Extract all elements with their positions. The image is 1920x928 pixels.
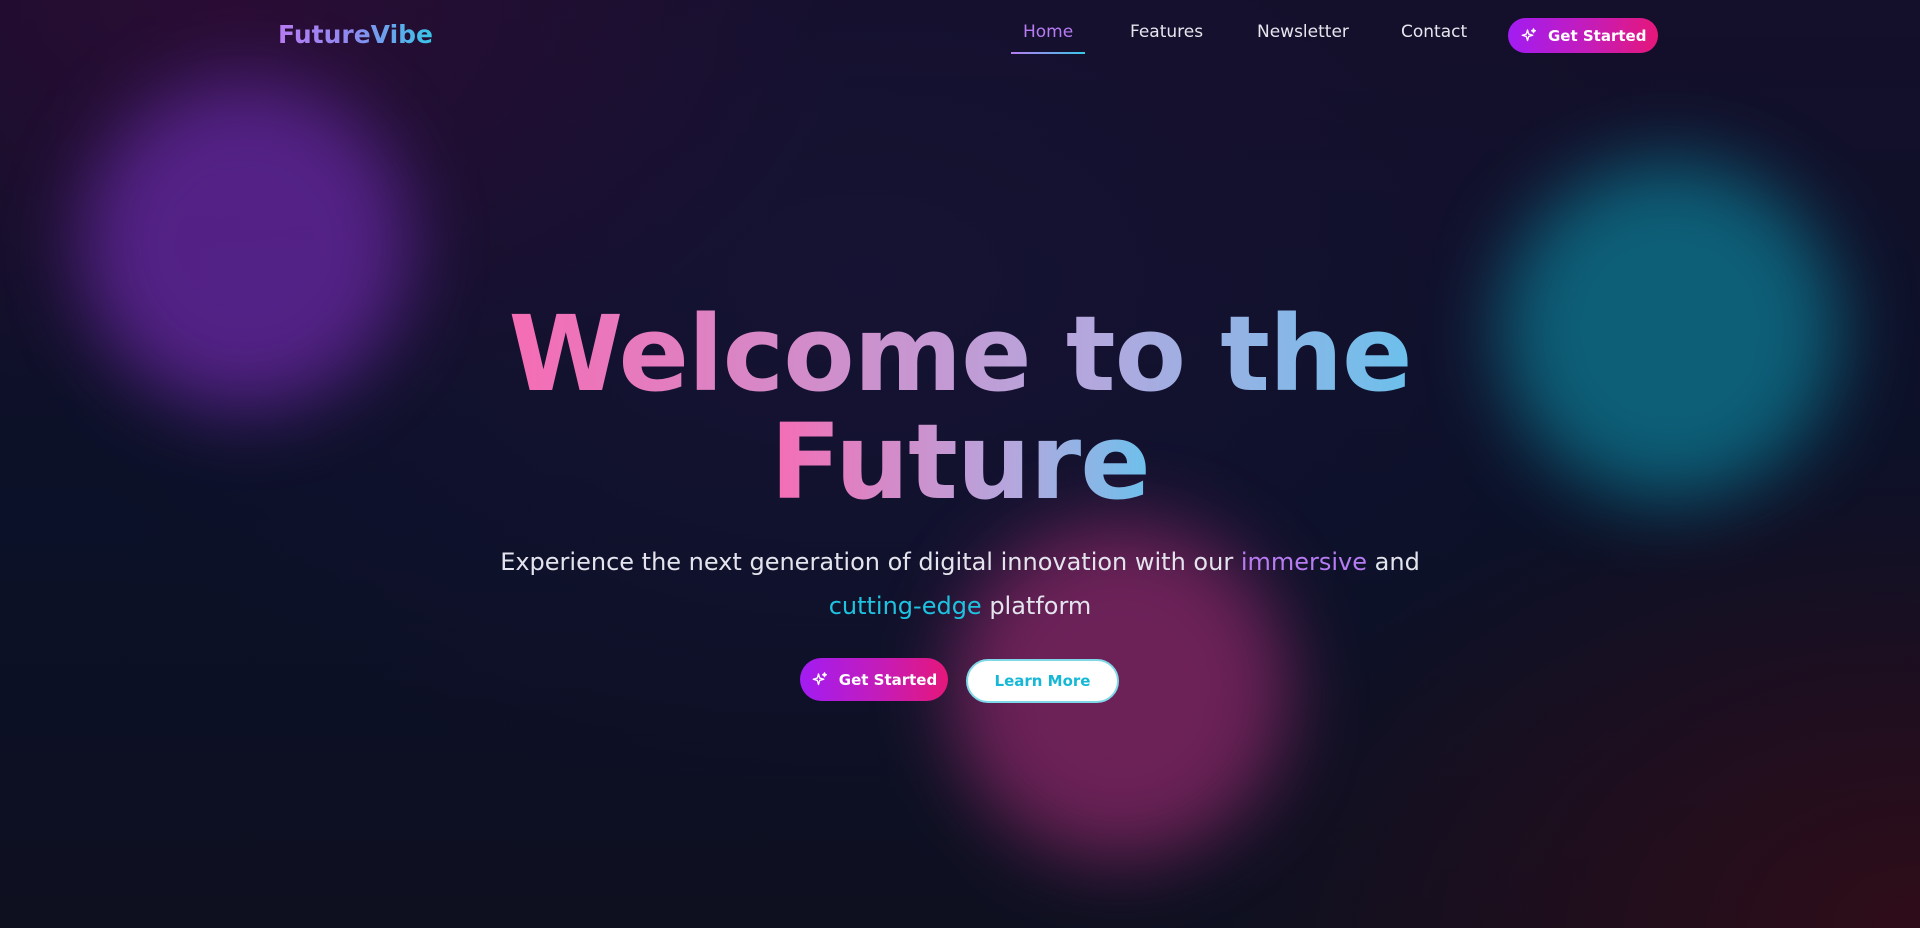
learn-more-button[interactable]: Learn More: [966, 659, 1119, 703]
hero-subtitle-highlight-cutting-edge: cutting-edge: [828, 592, 982, 620]
nav-link-newsletter[interactable]: Newsletter: [1257, 22, 1349, 54]
hero-subtitle: Experience the next generation of digita…: [460, 540, 1460, 628]
nav-link-contact[interactable]: Contact: [1401, 22, 1467, 54]
brand-logo[interactable]: FutureVibe: [278, 20, 433, 49]
nav-link-features[interactable]: Features: [1130, 22, 1203, 54]
nav-get-started-button[interactable]: Get Started: [1508, 18, 1659, 53]
nav-get-started-label: Get Started: [1548, 26, 1647, 45]
hero-subtitle-text-1: Experience the next generation of digita…: [500, 548, 1241, 576]
hero-subtitle-highlight-immersive: immersive: [1240, 548, 1368, 576]
hero-title-line2: Future: [770, 401, 1150, 523]
hero-title-line1: Welcome to the: [508, 293, 1412, 415]
hero-title: Welcome to the Future: [0, 300, 1920, 516]
hero-get-started-button[interactable]: Get Started: [800, 658, 948, 701]
sparkles-icon: [1521, 27, 1537, 41]
sparkles-icon: [812, 671, 827, 685]
hero-subtitle-text-3: platform: [981, 592, 1092, 620]
top-navbar: FutureVibe Home Features Newsletter Cont…: [0, 0, 1920, 70]
hero-get-started-label: Get Started: [838, 670, 938, 689]
nav-link-home[interactable]: Home: [1010, 22, 1086, 54]
hero-subtitle-text-2: and: [1367, 548, 1420, 576]
